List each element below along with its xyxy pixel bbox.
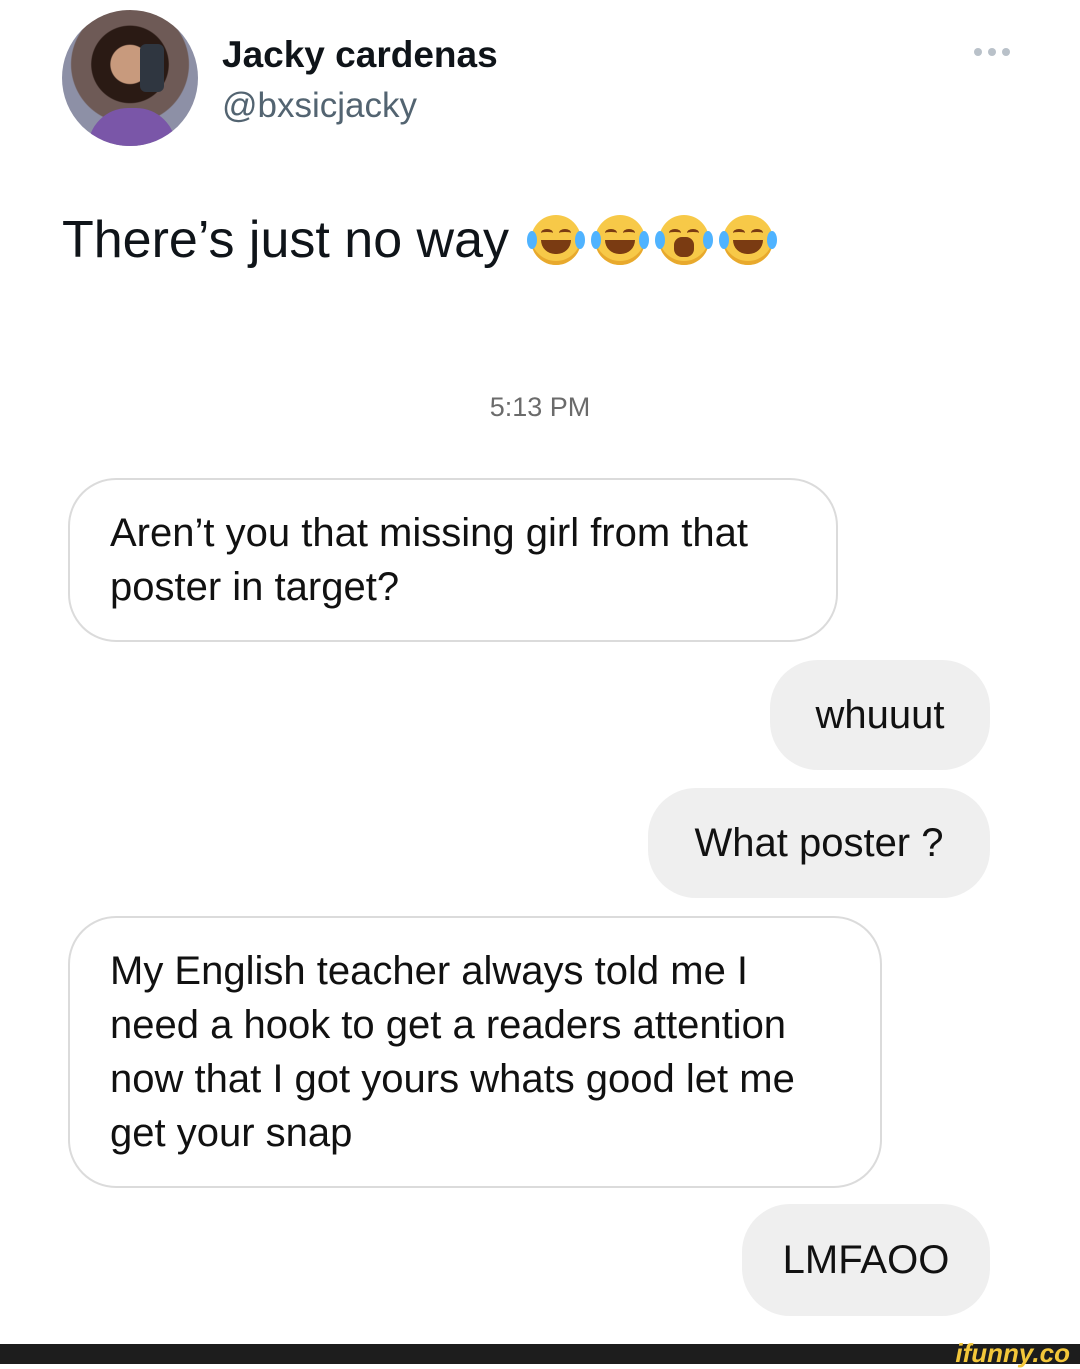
author-handle[interactable]: @bxsicjacky — [222, 86, 417, 126]
tweet-text: There’s just no way — [62, 211, 510, 269]
face-with-tears-of-joy-icon — [591, 215, 650, 265]
chat-timestamp: 5:13 PM — [489, 392, 591, 422]
tweet-text-row: There’s just no way — [62, 210, 778, 270]
watermark-logo: ifunny.co — [955, 1338, 1070, 1368]
watermark-bar: ifunny.co — [0, 1338, 1080, 1368]
face-with-tears-of-joy-icon — [527, 215, 586, 265]
sent-message-bubble[interactable]: whuuut — [770, 660, 990, 770]
avatar[interactable] — [62, 10, 198, 146]
more-options-icon[interactable] — [974, 42, 1024, 62]
sent-message-bubble[interactable]: LMFAOO — [742, 1204, 990, 1316]
loudly-crying-face-icon — [655, 215, 714, 265]
received-message-bubble[interactable]: Aren’t you that missing girl from that p… — [68, 478, 838, 642]
phone-icon — [140, 44, 164, 92]
face-with-tears-of-joy-icon — [719, 215, 778, 265]
received-message-bubble[interactable]: My English teacher always told me I need… — [68, 916, 882, 1188]
avatar-shirt — [88, 108, 176, 146]
emoji-group — [527, 215, 778, 265]
author-name[interactable]: Jacky cardenas — [222, 34, 498, 76]
sent-message-bubble[interactable]: What poster ? — [648, 788, 990, 898]
